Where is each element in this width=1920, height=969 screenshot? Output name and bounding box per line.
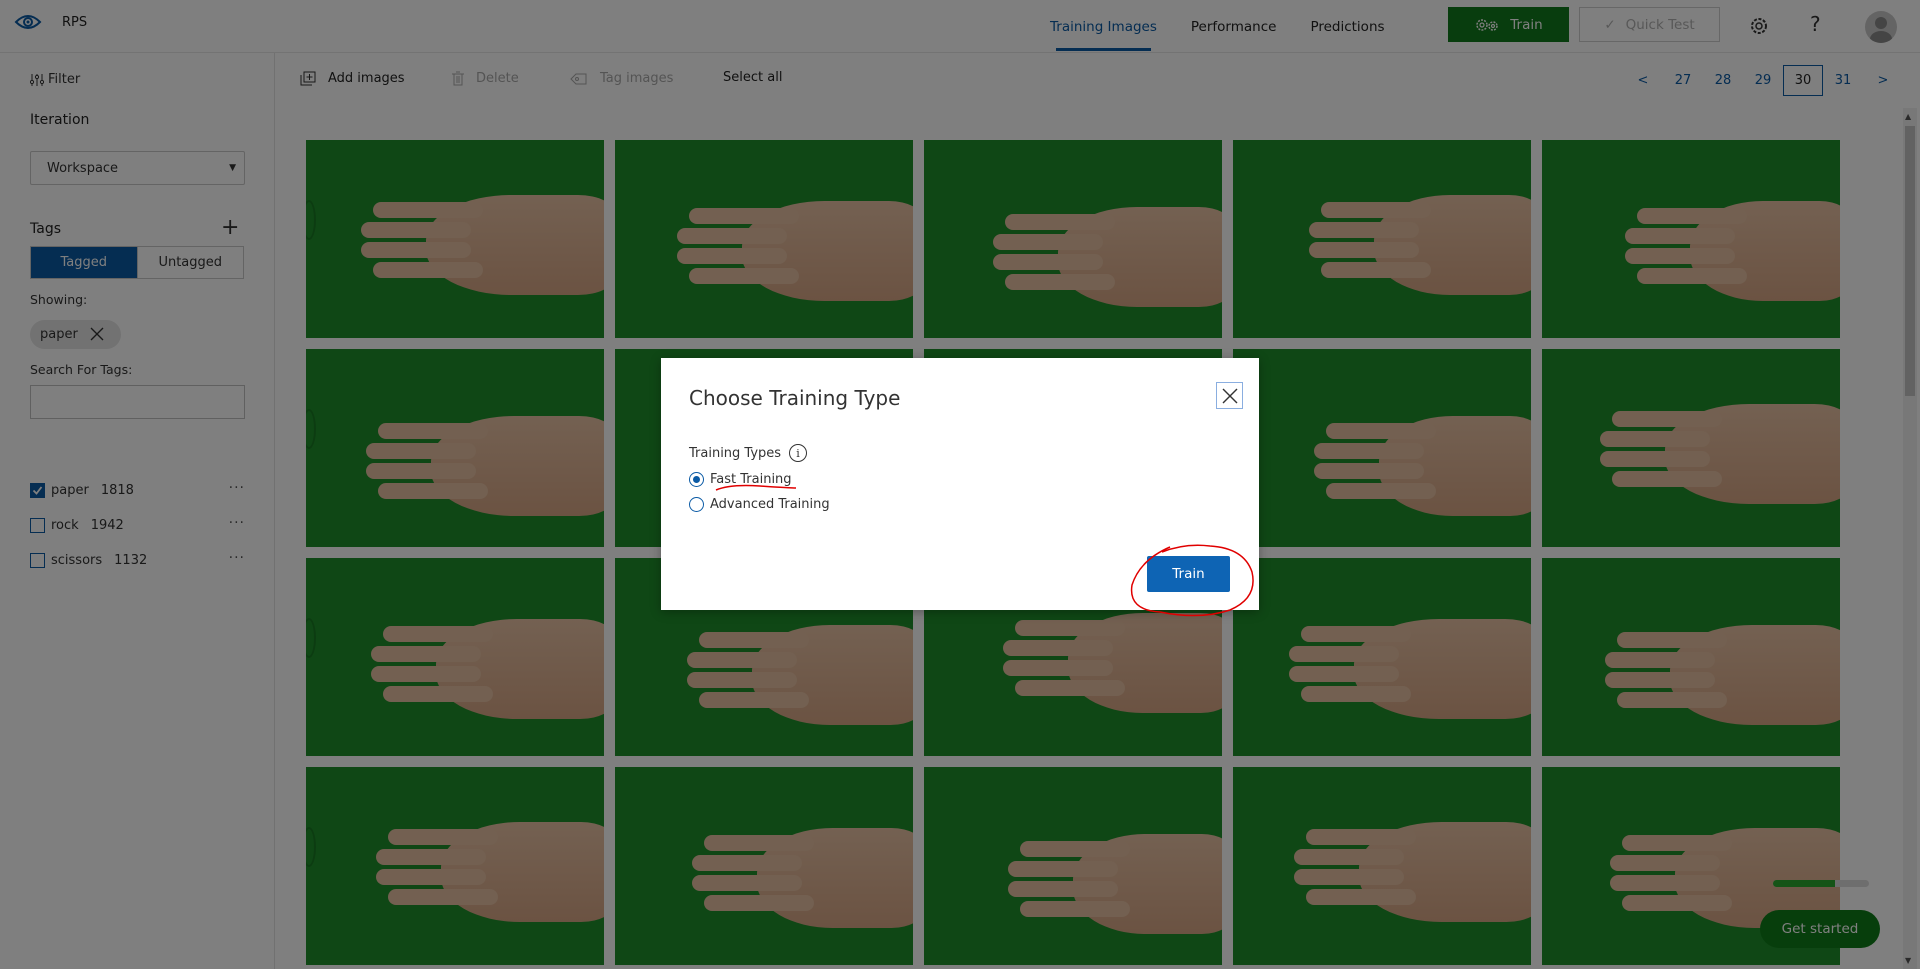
training-types-label: Training Types i [689,444,808,462]
radio-unselected[interactable] [689,497,704,512]
dialog-close-button[interactable] [1216,382,1243,409]
dialog-train-button[interactable]: Train [1147,556,1230,592]
radio-selected[interactable] [689,472,704,487]
advanced-training-option[interactable]: Advanced Training [689,497,830,512]
close-icon [1222,388,1237,403]
info-icon[interactable]: i [789,444,808,462]
fast-training-option[interactable]: Fast Training [689,472,792,487]
advanced-training-label: Advanced Training [710,497,830,512]
fast-training-label: Fast Training [710,472,792,487]
dialog-title: Choose Training Type [689,386,901,410]
training-types-text: Training Types [689,445,782,461]
choose-training-type-dialog: Choose Training Type Training Types i Fa… [661,358,1259,610]
